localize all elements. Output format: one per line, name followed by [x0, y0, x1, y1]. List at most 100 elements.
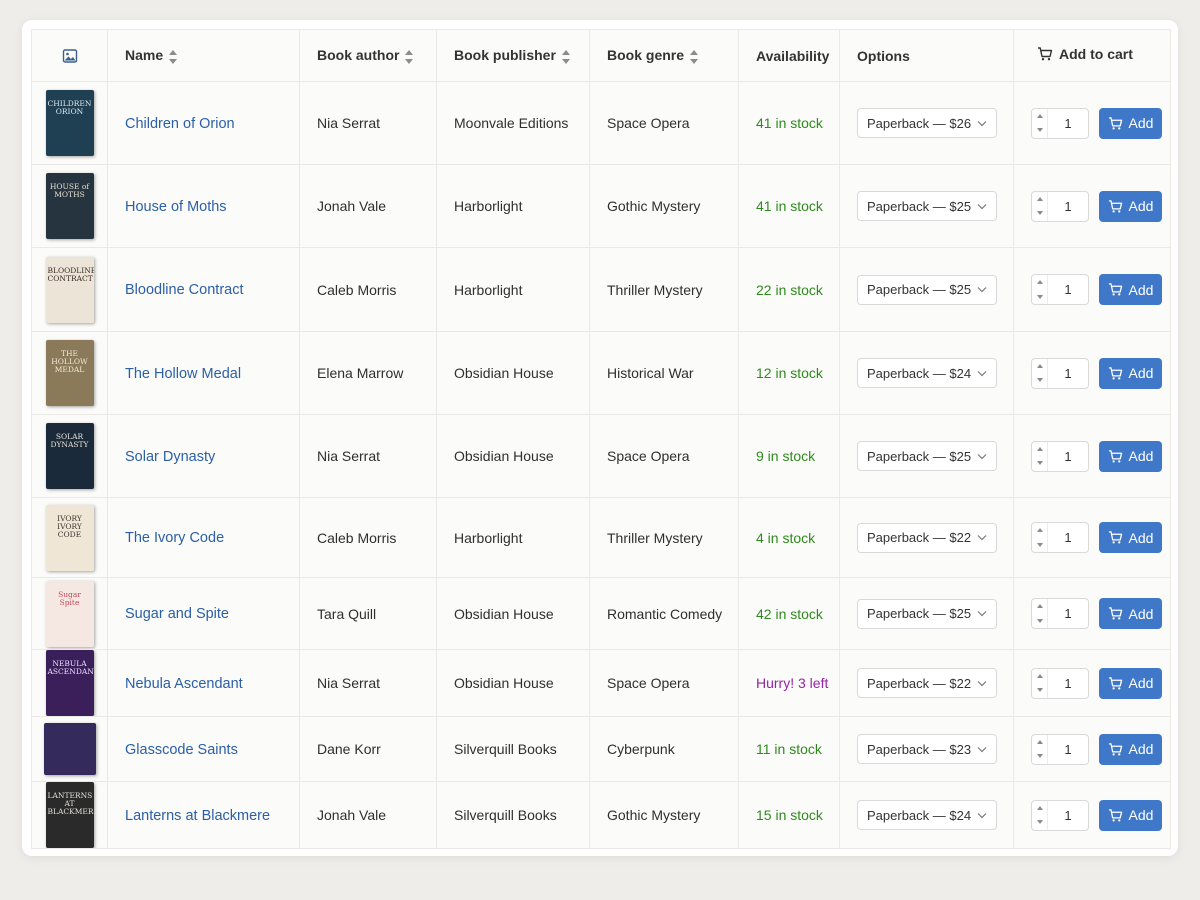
- book-cover-image[interactable]: SOLAR DYNASTY: [45, 423, 94, 489]
- quantity-stepper[interactable]: 1: [1031, 107, 1089, 139]
- add-to-cart-button[interactable]: Add: [1099, 667, 1162, 699]
- book-title-link[interactable]: The Hollow Medal: [125, 366, 241, 382]
- book-cover-image[interactable]: CHILDREN ORION: [45, 90, 94, 156]
- add-to-cart-button[interactable]: Add: [1099, 733, 1162, 765]
- decrement-icon[interactable]: [1036, 211, 1043, 216]
- quantity-stepper[interactable]: 1: [1031, 190, 1089, 222]
- book-title-link[interactable]: Nebula Ascendant: [125, 676, 243, 692]
- quantity-stepper[interactable]: 1: [1031, 598, 1089, 629]
- stepper-arrows[interactable]: [1032, 800, 1048, 830]
- decrement-icon[interactable]: [1036, 754, 1043, 759]
- stepper-arrows[interactable]: [1032, 668, 1048, 698]
- sort-icon[interactable]: [690, 49, 699, 64]
- add-to-cart-button[interactable]: Add: [1099, 522, 1162, 553]
- sort-icon[interactable]: [405, 49, 414, 64]
- quantity-stepper[interactable]: 1: [1031, 667, 1089, 699]
- header-genre[interactable]: Book genre: [589, 29, 739, 82]
- book-title-link[interactable]: Children of Orion: [125, 116, 235, 132]
- quantity-value[interactable]: 1: [1048, 116, 1088, 131]
- increment-icon[interactable]: [1036, 739, 1043, 744]
- quantity-stepper[interactable]: 1: [1031, 274, 1089, 305]
- book-cover-image[interactable]: NEBULA ASCENDANT: [45, 650, 94, 716]
- book-title-link[interactable]: House of Moths: [125, 199, 227, 215]
- format-select[interactable]: Paperback — $25: [857, 274, 997, 305]
- header-publisher[interactable]: Book publisher: [436, 29, 590, 82]
- increment-icon[interactable]: [1036, 528, 1043, 533]
- book-cover-image[interactable]: HOUSE of MOTHS: [45, 173, 94, 239]
- quantity-value[interactable]: 1: [1048, 742, 1088, 757]
- increment-icon[interactable]: [1036, 673, 1043, 678]
- quantity-value[interactable]: 1: [1048, 606, 1088, 621]
- book-title-link[interactable]: Bloodline Contract: [125, 282, 244, 298]
- format-select[interactable]: Paperback — $25: [857, 441, 997, 471]
- add-to-cart-button[interactable]: Add: [1099, 107, 1162, 139]
- book-title-link[interactable]: The Ivory Code: [125, 530, 224, 546]
- quantity-value[interactable]: 1: [1048, 808, 1088, 823]
- cover-cell: HOUSE of MOTHS: [31, 164, 108, 248]
- decrement-icon[interactable]: [1036, 128, 1043, 133]
- quantity-value[interactable]: 1: [1048, 366, 1088, 381]
- decrement-icon[interactable]: [1036, 820, 1043, 825]
- quantity-stepper[interactable]: 1: [1031, 357, 1089, 389]
- format-select[interactable]: Paperback — $25: [857, 598, 997, 629]
- quantity-value[interactable]: 1: [1048, 282, 1088, 297]
- book-cover-image[interactable]: BLOODLINE CONTRACT: [45, 256, 94, 323]
- increment-icon[interactable]: [1036, 604, 1043, 609]
- quantity-stepper[interactable]: 1: [1031, 733, 1089, 765]
- book-title-link[interactable]: Sugar and Spite: [125, 606, 229, 622]
- increment-icon[interactable]: [1036, 446, 1043, 451]
- increment-icon[interactable]: [1036, 363, 1043, 368]
- stepper-arrows[interactable]: [1032, 108, 1048, 138]
- add-to-cart-button[interactable]: Add: [1099, 190, 1162, 222]
- quantity-stepper[interactable]: 1: [1031, 440, 1089, 472]
- add-to-cart-button[interactable]: Add: [1099, 440, 1162, 472]
- stepper-arrows[interactable]: [1032, 523, 1048, 552]
- quantity-value[interactable]: 1: [1048, 676, 1088, 691]
- quantity-value[interactable]: 1: [1048, 199, 1088, 214]
- quantity-value[interactable]: 1: [1048, 530, 1088, 545]
- sort-icon[interactable]: [169, 49, 178, 64]
- add-to-cart-button[interactable]: Add: [1099, 357, 1162, 389]
- decrement-icon[interactable]: [1036, 461, 1043, 466]
- format-select[interactable]: Paperback — $25: [857, 191, 997, 221]
- book-cover-image[interactable]: [43, 723, 96, 775]
- stepper-arrows[interactable]: [1032, 734, 1048, 764]
- format-select[interactable]: Paperback — $24: [857, 800, 997, 830]
- sort-icon[interactable]: [561, 49, 571, 64]
- stepper-arrows[interactable]: [1032, 441, 1048, 471]
- format-select[interactable]: Paperback — $26: [857, 108, 997, 138]
- stepper-arrows[interactable]: [1032, 599, 1048, 628]
- decrement-icon[interactable]: [1036, 542, 1043, 547]
- quantity-stepper[interactable]: 1: [1031, 522, 1089, 553]
- format-select[interactable]: Paperback — $22: [857, 522, 997, 553]
- quantity-stepper[interactable]: 1: [1031, 799, 1089, 831]
- book-cover-image[interactable]: THE HOLLOW MEDAL: [45, 340, 94, 406]
- header-author[interactable]: Book author: [299, 29, 437, 82]
- stepper-arrows[interactable]: [1032, 358, 1048, 388]
- availability-cell: 41 in stock: [738, 81, 840, 165]
- book-cover-image[interactable]: LANTERNS AT BLACKMERE: [45, 782, 94, 848]
- format-select[interactable]: Paperback — $24: [857, 358, 997, 388]
- increment-icon[interactable]: [1036, 196, 1043, 201]
- decrement-icon[interactable]: [1036, 618, 1043, 623]
- quantity-value[interactable]: 1: [1048, 449, 1088, 464]
- decrement-icon[interactable]: [1036, 378, 1043, 383]
- decrement-icon[interactable]: [1036, 294, 1043, 299]
- decrement-icon[interactable]: [1036, 688, 1043, 693]
- increment-icon[interactable]: [1036, 113, 1043, 118]
- book-title-link[interactable]: Lanterns at Blackmere: [125, 808, 270, 824]
- add-to-cart-button[interactable]: Add: [1099, 274, 1162, 305]
- format-select[interactable]: Paperback — $22: [857, 668, 997, 698]
- book-cover-image[interactable]: Sugar Spite: [45, 580, 94, 647]
- header-name[interactable]: Name: [107, 29, 300, 82]
- format-select[interactable]: Paperback — $23: [857, 734, 997, 764]
- add-to-cart-button[interactable]: Add: [1099, 799, 1162, 831]
- increment-icon[interactable]: [1036, 280, 1043, 285]
- add-to-cart-button[interactable]: Add: [1099, 598, 1162, 629]
- book-title-link[interactable]: Solar Dynasty: [125, 449, 215, 465]
- stepper-arrows[interactable]: [1032, 275, 1048, 304]
- stepper-arrows[interactable]: [1032, 191, 1048, 221]
- increment-icon[interactable]: [1036, 805, 1043, 810]
- book-cover-image[interactable]: IVORY IVORY CODE: [45, 504, 94, 571]
- book-title-link[interactable]: Glasscode Saints: [125, 742, 238, 758]
